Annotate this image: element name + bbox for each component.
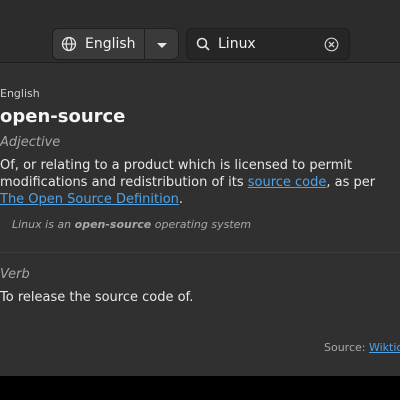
definition-verb: To release the source code of. (0, 290, 194, 305)
search-field[interactable] (186, 28, 350, 60)
example-term: open-source (74, 218, 152, 231)
source-attribution: Source: Wiktionary (324, 341, 400, 354)
entry-language: English (0, 87, 40, 100)
entry-word: open-source (0, 106, 126, 127)
open-source-definition-link[interactable]: The Open Source Definition (0, 192, 179, 207)
part-of-speech-adjective: Adjective (0, 135, 61, 150)
example-text: operating system (151, 218, 252, 231)
globe-icon (61, 36, 77, 52)
search-icon (196, 37, 210, 51)
example-text: Linux is an (12, 218, 75, 231)
language-label: English (85, 36, 136, 52)
source-code-link[interactable]: source code (248, 175, 327, 190)
header-bar: English (0, 0, 400, 63)
clear-search-icon[interactable] (324, 37, 339, 52)
definition-text: . (178, 192, 184, 207)
dictionary-window: English English (0, 0, 400, 376)
chevron-down-icon (156, 35, 168, 54)
search-input[interactable] (218, 36, 318, 52)
language-selector[interactable]: English (52, 28, 145, 60)
language-dropdown-button[interactable] (145, 28, 179, 60)
source-label: Source: (324, 341, 369, 354)
wiktionary-link[interactable]: Wiktionary (369, 341, 400, 354)
definition-text: , as per (326, 175, 376, 190)
section-divider (0, 252, 400, 253)
definition-panel: English open-source Adjective Of, or rel… (0, 62, 400, 376)
part-of-speech-verb: Verb (0, 267, 30, 282)
usage-example: Linux is an open-source operating system (12, 218, 251, 231)
definition-adjective: Of, or relating to a product which is li… (0, 157, 400, 208)
